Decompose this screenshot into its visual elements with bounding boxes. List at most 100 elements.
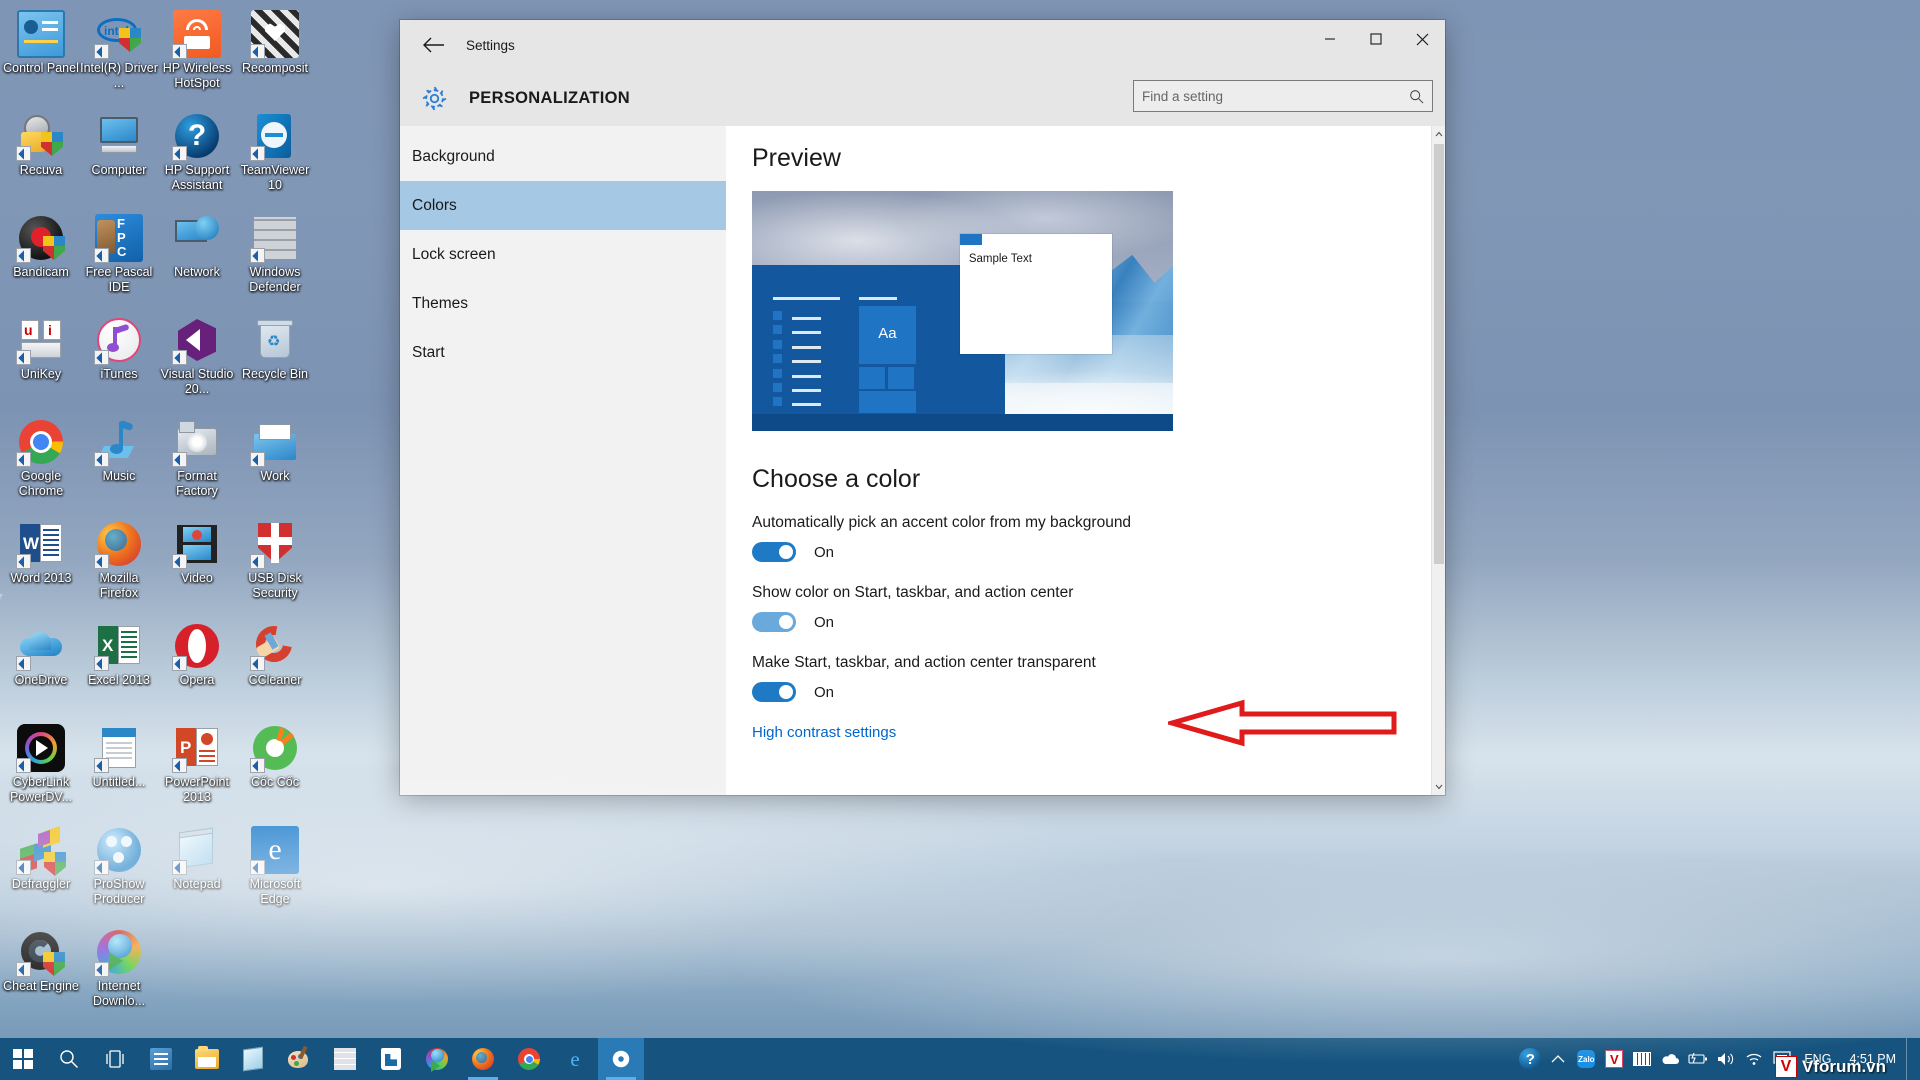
desktop-background[interactable]: Control Panel intel Intel(R) Driver ... HP … <box>0 0 1920 1080</box>
search-box[interactable] <box>1133 80 1433 112</box>
app-store[interactable] <box>368 1038 414 1080</box>
desktop-icon-cyberlink-powerdv[interactable]: CyberLink PowerDV... <box>2 718 80 820</box>
desktop-icon-label: Work <box>260 469 290 483</box>
show-hidden-icons-icon[interactable] <box>1544 1038 1572 1080</box>
volume-icon[interactable] <box>1712 1038 1740 1080</box>
vcard-icon[interactable]: V <box>1600 1038 1628 1080</box>
recycle-bin-icon: ♻ <box>251 316 299 364</box>
sidebar-item-lock-screen[interactable]: Lock screen <box>400 230 726 279</box>
help-icon[interactable]: ? <box>1516 1038 1544 1080</box>
show-desktop-button[interactable] <box>1906 1038 1914 1080</box>
app-settings[interactable] <box>598 1038 644 1080</box>
desktop-icon-visual-studio-20[interactable]: Visual Studio 20... <box>158 310 236 412</box>
task-view-button[interactable] <box>92 1038 138 1080</box>
desktop-icon-itunes[interactable]: iTunes <box>80 310 158 412</box>
desktop-icon-music[interactable]: Music <box>80 412 158 514</box>
desktop-icon-powerpoint-2013[interactable]: P PowerPoint 2013 <box>158 718 236 820</box>
battery-icon[interactable] <box>1684 1038 1712 1080</box>
desktop-icon-intel-r-driver[interactable]: intel Intel(R) Driver ... <box>80 4 158 106</box>
sidebar-item-start[interactable]: Start <box>400 328 726 377</box>
desktop-icon-recomposit[interactable]: Recomposit <box>236 4 314 106</box>
keyboard-icon[interactable] <box>1628 1038 1656 1080</box>
app-windows-defender[interactable] <box>322 1038 368 1080</box>
desktop-icon-bandicam[interactable]: Bandicam <box>2 208 80 310</box>
desktop-icon-word-2013[interactable]: W Word 2013 <box>2 514 80 616</box>
clock[interactable]: 4:51 PM <box>1839 1052 1906 1066</box>
desktop-icon-network[interactable]: Network <box>158 208 236 310</box>
desktop-icon-microsoft-edge[interactable]: e Microsoft Edge <box>236 820 314 922</box>
desktop-icon-format-factory[interactable]: Format Factory <box>158 412 236 514</box>
content-scrollbar[interactable] <box>1431 126 1445 795</box>
scroll-down-button[interactable] <box>1432 779 1445 795</box>
desktop-icon-label: Computer <box>91 163 147 177</box>
close-button[interactable] <box>1399 20 1445 58</box>
app-internet-download-manager[interactable] <box>414 1038 460 1080</box>
desktop-icon-windows-defender[interactable]: Windows Defender <box>236 208 314 310</box>
toggle-switch[interactable] <box>752 612 796 632</box>
desktop-icon-untitled[interactable]: Untitled... <box>80 718 158 820</box>
search-icon[interactable] <box>1409 89 1424 104</box>
desktop-icon-label: PowerPoint 2013 <box>165 775 229 804</box>
sidebar-item-background[interactable]: Background <box>400 132 726 181</box>
desktop-icon-excel-2013[interactable]: X Excel 2013 <box>80 616 158 718</box>
cheat-engine-icon <box>16 928 65 977</box>
app-notepad[interactable] <box>230 1038 276 1080</box>
maximize-button[interactable] <box>1353 20 1399 58</box>
high-contrast-settings-link[interactable]: High contrast settings <box>752 724 896 741</box>
app-sticky-notes[interactable] <box>138 1038 184 1080</box>
action-center-icon[interactable] <box>1768 1038 1796 1080</box>
app-paint[interactable] <box>276 1038 322 1080</box>
toggle-switch[interactable] <box>752 682 796 702</box>
desktop-icon-free-pascal-ide[interactable]: F P C Free Pascal IDE <box>80 208 158 310</box>
desktop-icon-onedrive[interactable]: OneDrive <box>2 616 80 718</box>
desktop-icon-label: Mozilla Firefox <box>99 571 139 600</box>
desktop-icon-label: UniKey <box>20 367 62 381</box>
desktop-icon-internet-downlo[interactable]: Internet Downlo... <box>80 922 158 1024</box>
minimize-button[interactable] <box>1307 20 1353 58</box>
app-file-explorer[interactable] <box>184 1038 230 1080</box>
sidebar-item-themes[interactable]: Themes <box>400 279 726 328</box>
back-button[interactable] <box>410 24 458 66</box>
app-firefox[interactable] <box>460 1038 506 1080</box>
shortcut-overlay-icon <box>172 860 187 875</box>
desktop-icon-video[interactable]: Video <box>158 514 236 616</box>
desktop-icon-mozilla-firefox[interactable]: Mozilla Firefox <box>80 514 158 616</box>
shortcut-overlay-icon <box>16 452 31 467</box>
toggle-switch[interactable] <box>752 542 796 562</box>
desktop-icon-notepad[interactable]: Notepad <box>158 820 236 922</box>
app-edge[interactable]: e <box>552 1038 598 1080</box>
preview-heading: Preview <box>752 144 841 172</box>
desktop-icon-defraggler[interactable]: Defraggler <box>2 820 80 922</box>
scroll-up-button[interactable] <box>1432 126 1445 142</box>
app-chrome[interactable] <box>506 1038 552 1080</box>
desktop-icon-usb-disk-security[interactable]: USB Disk Security <box>236 514 314 616</box>
desktop-icon-cheat-engine[interactable]: Cheat Engine <box>2 922 80 1024</box>
desktop-icon-label: OneDrive <box>14 673 68 687</box>
shortcut-overlay-icon <box>250 656 265 671</box>
desktop-icon-hp-support-assistant[interactable]: ? HP Support Assistant <box>158 106 236 208</box>
zalo-icon[interactable]: Zalo <box>1572 1038 1600 1080</box>
desktop-icon-control-panel[interactable]: Control Panel <box>2 4 80 106</box>
search-input[interactable] <box>1142 88 1409 104</box>
desktop-icon-unikey[interactable]: u i UniKey <box>2 310 80 412</box>
desktop-icon-ccleaner[interactable]: CCleaner <box>236 616 314 718</box>
desktop-icon-recuva[interactable]: Recuva <box>2 106 80 208</box>
desktop-icon-recycle-bin[interactable]: ♻ Recycle Bin <box>236 310 314 412</box>
desktop-icon-proshow-producer[interactable]: ProShow Producer <box>80 820 158 922</box>
wifi-icon[interactable] <box>1740 1038 1768 1080</box>
scrollbar-thumb[interactable] <box>1434 144 1444 564</box>
desktop-icon-work[interactable]: Work <box>236 412 314 514</box>
language-indicator[interactable]: ENG <box>1796 1052 1839 1066</box>
desktop-icon-c-c-c-c[interactable]: Cốc Cốc <box>236 718 314 820</box>
sidebar-item-colors[interactable]: Colors <box>400 181 726 230</box>
shortcut-overlay-icon <box>16 350 31 365</box>
window-title-bar[interactable]: Settings <box>400 20 1445 70</box>
desktop-icon-google-chrome[interactable]: Google Chrome <box>2 412 80 514</box>
desktop-icon-hp-wireless-hotspot[interactable]: HP Wireless HotSpot <box>158 4 236 106</box>
desktop-icon-computer[interactable]: Computer <box>80 106 158 208</box>
search-button[interactable] <box>46 1038 92 1080</box>
desktop-icon-opera[interactable]: Opera <box>158 616 236 718</box>
desktop-icon-teamviewer-10[interactable]: TeamViewer 10 <box>236 106 314 208</box>
start-button[interactable] <box>0 1038 46 1080</box>
onedrive-icon[interactable] <box>1656 1038 1684 1080</box>
